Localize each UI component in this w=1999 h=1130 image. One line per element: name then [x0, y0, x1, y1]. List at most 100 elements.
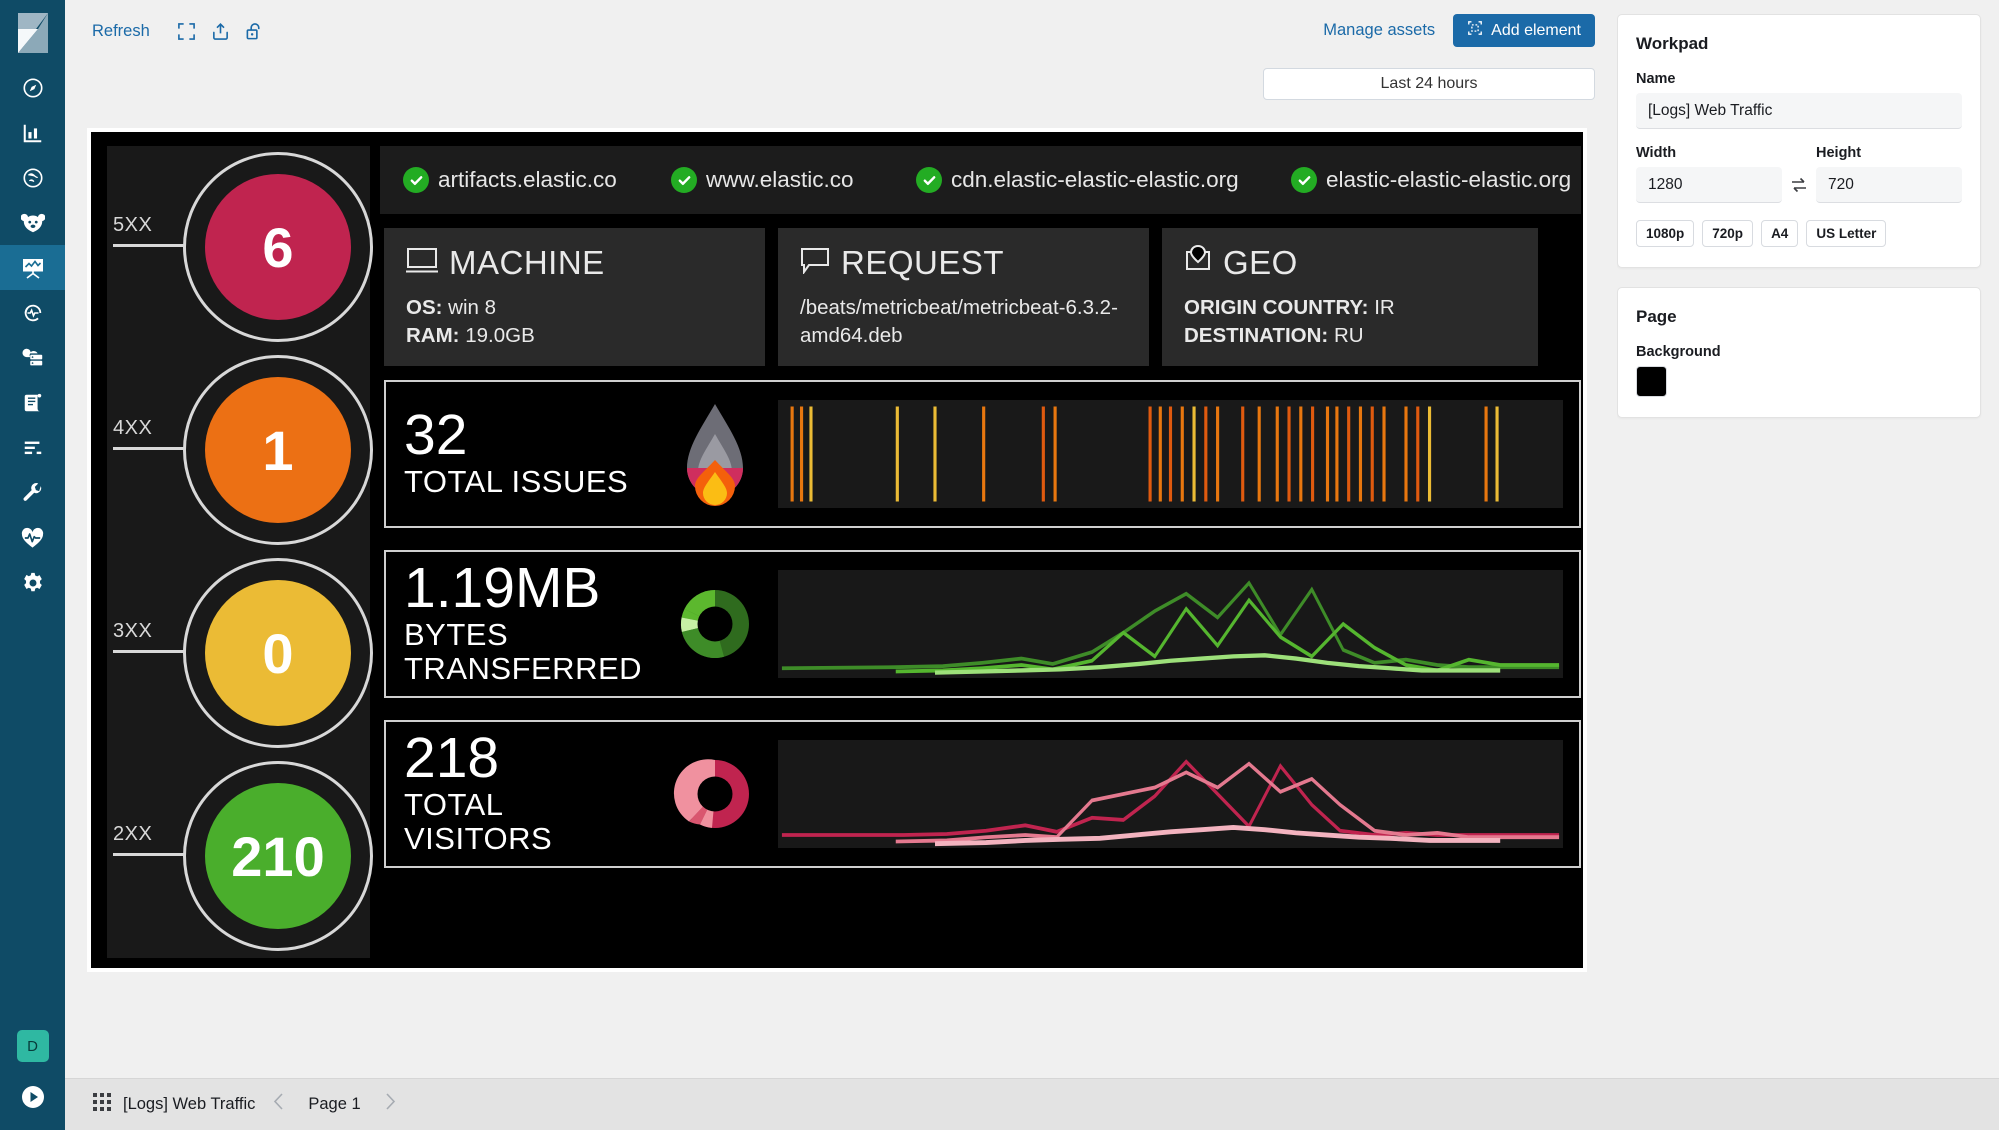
sidebar-item-discover[interactable] — [0, 65, 65, 110]
refresh-button[interactable]: Refresh — [92, 22, 150, 41]
gauge-3xx[interactable]: 3XX 0 — [107, 552, 373, 755]
info-card-row: /beats/metricbeat/metricbeat-6.3.2-amd64… — [800, 294, 1127, 351]
info-card-machine[interactable]: MACHINE OS: win 8 RAM: 19.0GB — [384, 228, 765, 366]
gauge-ring: 210 — [183, 761, 373, 951]
add-element-button[interactable]: Add element — [1453, 14, 1595, 47]
info-row-value: /beats/metricbeat/metricbeat-6.3.2-amd64… — [800, 296, 1118, 348]
toolbar-right-group: Manage assets Add element — [1323, 14, 1595, 47]
status-item[interactable]: www.elastic.co — [671, 167, 916, 193]
status-code-gauges: 5XX 6 4XX 1 3XX 0 2XX 210 — [107, 146, 373, 958]
gauge-4xx[interactable]: 4XX 1 — [107, 349, 373, 552]
manage-assets-button[interactable]: Manage assets — [1323, 21, 1435, 40]
toolbar-left-group: Refresh — [65, 18, 272, 44]
preset-a4[interactable]: A4 — [1761, 220, 1799, 247]
workpad-width-input[interactable] — [1636, 167, 1782, 203]
sidebar-item-monitoring[interactable] — [0, 515, 65, 560]
check-circle-icon — [671, 167, 697, 193]
gauge-label: 2XX — [113, 823, 153, 845]
footer-page-label[interactable]: Page 1 — [308, 1095, 360, 1114]
gauge-ring: 1 — [183, 355, 373, 545]
preset-1080p[interactable]: 1080p — [1636, 220, 1695, 247]
metric-label: BYTES TRANSFERRED — [404, 616, 643, 686]
sidebar-item-uptime[interactable] — [0, 290, 65, 335]
play-circle-icon[interactable] — [20, 1084, 46, 1110]
height-field: Height — [1816, 145, 1962, 203]
status-item[interactable]: artifacts.elastic.co — [403, 167, 671, 193]
sidebar-item-machine-learning[interactable] — [0, 200, 65, 245]
add-element-label: Add element — [1491, 21, 1581, 39]
check-circle-icon — [403, 167, 429, 193]
footer-workpad-name[interactable]: [Logs] Web Traffic — [123, 1095, 255, 1114]
sidebar-item-apm[interactable] — [0, 425, 65, 470]
status-item[interactable]: cdn.elastic-elastic-elastic.org — [916, 167, 1291, 193]
width-field: Width — [1636, 145, 1782, 203]
metric-panel-bytes-transferred[interactable]: 1.19MB BYTES TRANSFERRED — [384, 550, 1581, 698]
gauge-2xx[interactable]: 2XX 210 — [107, 755, 373, 958]
sidebar-item-visualize[interactable] — [0, 110, 65, 155]
workpad-surface[interactable]: 5XX 6 4XX 1 3XX 0 2XX 210 artifacts.elas… — [91, 132, 1583, 968]
sidebar-item-canvas[interactable] — [0, 245, 65, 290]
info-card-header: MACHINE — [406, 244, 743, 282]
sidebar-item-logs[interactable] — [0, 380, 65, 425]
share-export-icon[interactable] — [204, 18, 238, 44]
flame-icon — [652, 400, 778, 508]
issues-bars-svg — [790, 406, 1499, 502]
info-row-key: ORIGIN COUNTRY: — [1184, 296, 1369, 319]
height-field-label: Height — [1816, 145, 1862, 161]
check-circle-icon — [1291, 167, 1317, 193]
grid-icon[interactable] — [93, 1093, 111, 1116]
sidebar-item-infrastructure[interactable] — [0, 335, 65, 380]
check-circle-icon — [916, 167, 942, 193]
sidebar-item-management[interactable] — [0, 560, 65, 605]
fullscreen-icon[interactable] — [170, 18, 204, 44]
info-card-title: REQUEST — [841, 244, 1005, 281]
info-row-value: 19.0GB — [465, 324, 535, 348]
background-color-swatch[interactable] — [1636, 366, 1667, 397]
element-frame-icon — [1467, 20, 1483, 41]
info-card-header: GEO — [1184, 244, 1516, 282]
info-card-geo[interactable]: GEO ORIGIN COUNTRY: IR DESTINATION: RU — [1162, 228, 1538, 366]
chevron-right-icon[interactable] — [379, 1093, 402, 1116]
status-label: elastic-elastic-elastic.org — [1326, 167, 1572, 192]
info-card-row: DESTINATION: RU — [1184, 322, 1516, 350]
canvas-toolbar: Refresh Manage assets Add element Last 2… — [65, 0, 1617, 100]
status-label: www.elastic.co — [706, 167, 854, 192]
swap-dimensions-icon[interactable] — [1782, 167, 1816, 203]
metric-text: 1.19MB BYTES TRANSFERRED — [386, 560, 652, 686]
info-card-request[interactable]: REQUEST /beats/metricbeat/metricbeat-6.3… — [778, 228, 1149, 366]
bytes-lines-svg — [781, 580, 1560, 675]
sidebar-item-maps[interactable] — [0, 155, 65, 200]
metric-label: TOTAL ISSUES — [404, 463, 629, 499]
workpad-settings-sidebar: Workpad Name Width Height — [1617, 0, 1999, 1130]
gauge-label: 5XX — [113, 214, 153, 236]
site-status-bar: artifacts.elastic.co www.elastic.co cdn.… — [380, 146, 1581, 214]
workpad-settings-panel: Workpad Name Width Height — [1617, 14, 1981, 268]
info-card-header: REQUEST — [800, 244, 1127, 282]
metric-text: 32 TOTAL ISSUES — [386, 407, 652, 499]
chevron-left-icon[interactable] — [267, 1093, 290, 1116]
workpad-frame: 5XX 6 4XX 1 3XX 0 2XX 210 artifacts.elas… — [87, 128, 1587, 972]
sidebar-item-dev-tools[interactable] — [0, 470, 65, 515]
workpad-height-input[interactable] — [1816, 167, 1962, 203]
preset-us-letter[interactable]: US Letter — [1806, 220, 1887, 247]
preset-720p[interactable]: 720p — [1702, 220, 1754, 247]
map-pin-icon — [1184, 244, 1212, 282]
monitor-icon — [406, 244, 438, 282]
info-row-value: IR — [1374, 296, 1395, 319]
gauge-tick — [113, 447, 185, 450]
panel-title-page: Page — [1636, 307, 1677, 326]
metric-value: 218 — [404, 726, 500, 791]
gauge-5xx[interactable]: 5XX 6 — [107, 146, 373, 349]
metric-panel-total-visitors[interactable]: 218 TOTAL VISITORS — [384, 720, 1581, 868]
status-item[interactable]: elastic-elastic-elastic.org — [1291, 167, 1571, 193]
visitors-line-chart — [778, 740, 1563, 848]
gauge-tick — [113, 853, 185, 856]
info-card-row: ORIGIN COUNTRY: IR — [1184, 294, 1516, 322]
width-field-label: Width — [1636, 145, 1677, 161]
metric-text: 218 TOTAL VISITORS — [386, 726, 652, 856]
metric-panel-total-issues[interactable]: 32 TOTAL ISSUES — [384, 380, 1581, 528]
kibana-logo[interactable] — [0, 0, 65, 65]
avatar[interactable]: D — [16, 1030, 49, 1062]
workpad-name-input[interactable] — [1636, 93, 1962, 129]
unlock-icon[interactable] — [238, 18, 272, 44]
